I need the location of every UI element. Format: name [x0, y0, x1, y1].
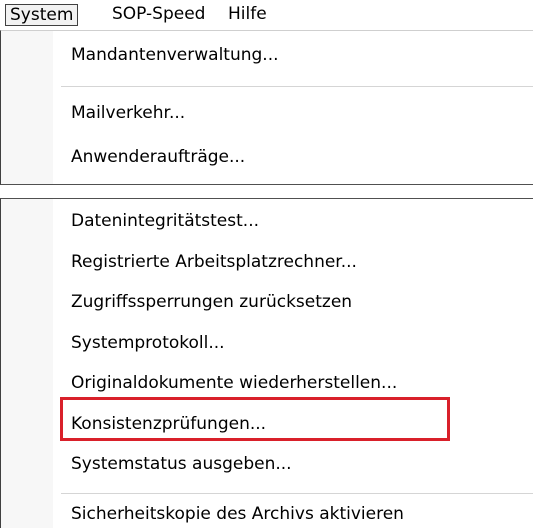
menu-item-zugriffssperrungen-zuruecksetzen[interactable]: Zugriffssperrungen zurücksetzen [71, 287, 352, 317]
menu-sop-speed[interactable]: SOP-Speed [108, 4, 209, 26]
menu-system[interactable]: System [5, 4, 79, 26]
menu-item-originaldokumente-wiederherstellen[interactable]: Originaldokumente wiederherstellen... [71, 368, 397, 398]
menu-separator [61, 493, 533, 494]
screen: System SOP-Speed Hilfe Mandantenverwaltu… [0, 0, 533, 528]
system-menu-panel-bottom: Datenintegritätstest... Registrierte Arb… [0, 198, 533, 528]
menu-item-mailverkehr[interactable]: Mailverkehr... [71, 98, 185, 128]
menu-item-datenintegritaetstest[interactable]: Datenintegritätstest... [71, 206, 259, 236]
highlight-box [60, 397, 450, 441]
menu-hilfe[interactable]: Hilfe [224, 4, 271, 26]
menu-item-mandantenverwaltung[interactable]: Mandantenverwaltung... [71, 40, 279, 70]
menu-icon-column [1, 31, 53, 184]
menu-item-sicherheitskopie-aktivieren[interactable]: Sicherheitskopie des Archivs aktivieren [71, 499, 404, 528]
menu-item-systemstatus-ausgeben[interactable]: Systemstatus ausgeben... [71, 449, 292, 479]
menu-separator [61, 86, 533, 87]
menu-item-registrierte-arbeitsplatzrechner[interactable]: Registrierte Arbeitsplatzrechner... [71, 247, 357, 277]
system-menu-panel-top: Mandantenverwaltung... Mailverkehr... An… [0, 30, 533, 185]
menu-icon-column [1, 199, 53, 528]
menu-bar: System SOP-Speed Hilfe [0, 0, 533, 30]
menu-item-anwenderauftraege[interactable]: Anwenderaufträge... [71, 142, 245, 172]
menu-item-systemprotokoll[interactable]: Systemprotokoll... [71, 328, 225, 358]
